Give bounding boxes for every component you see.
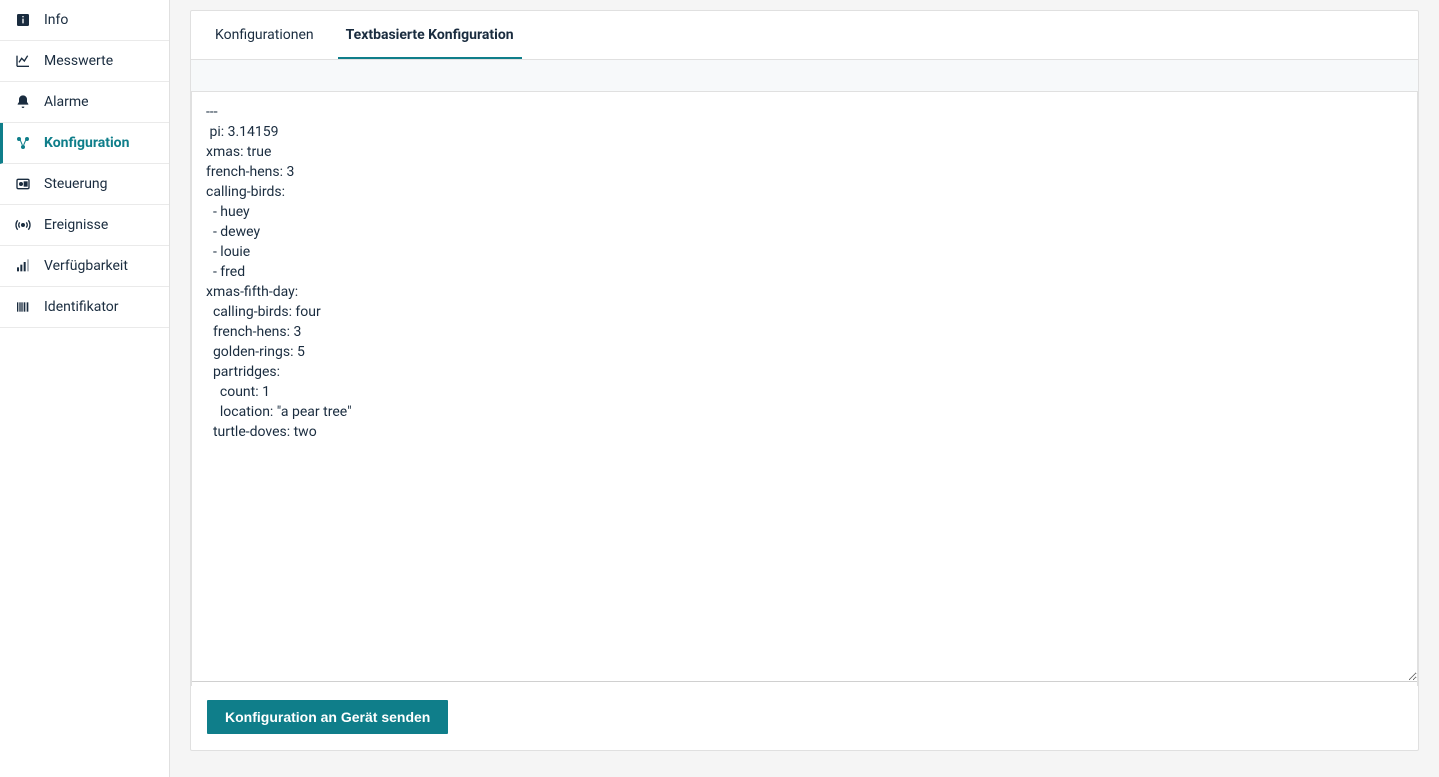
sidebar-item-identifikator[interactable]: Identifikator [0,287,169,328]
main-content: Konfigurationen Textbasierte Konfigurati… [170,0,1439,777]
tab-konfigurationen[interactable]: Konfigurationen [207,11,322,59]
tabs: Konfigurationen Textbasierte Konfigurati… [191,11,1418,60]
bell-icon [14,93,32,111]
send-config-button[interactable]: Konfiguration an Gerät senden [207,700,448,734]
sidebar-item-label: Alarme [44,94,89,110]
config-card: Konfigurationen Textbasierte Konfigurati… [190,10,1419,751]
sidebar-item-label: Info [44,12,68,28]
settings-nodes-icon [14,134,32,152]
sidebar-item-messwerte[interactable]: Messwerte [0,41,169,82]
sidebar: Info Messwerte Alarme Konfiguration Steu [0,0,170,777]
barcode-icon [14,298,32,316]
sidebar-item-alarme[interactable]: Alarme [0,82,169,123]
sidebar-item-label: Identifikator [44,299,118,315]
sidebar-item-label: Verfügbarkeit [44,258,128,274]
chart-line-icon [14,52,32,70]
tab-textbasierte-konfiguration[interactable]: Textbasierte Konfiguration [338,11,522,59]
sidebar-item-label: Ereignisse [44,217,108,233]
config-text-editor[interactable] [192,92,1417,682]
sidebar-item-verfuegbarkeit[interactable]: Verfügbarkeit [0,246,169,287]
card-subheader [191,60,1418,92]
sidebar-item-info[interactable]: Info [0,0,169,41]
bars-signal-icon [14,257,32,275]
sidebar-item-steuerung[interactable]: Steuerung [0,164,169,205]
sidebar-item-label: Messwerte [44,53,113,69]
sidebar-item-ereignisse[interactable]: Ereignisse [0,205,169,246]
sidebar-item-label: Konfiguration [44,135,129,151]
sidebar-item-konfiguration[interactable]: Konfiguration [0,123,169,164]
info-box-icon [14,11,32,29]
broadcast-icon [14,216,32,234]
card-actions: Konfiguration an Gerät senden [191,686,1418,750]
sidebar-item-label: Steuerung [44,176,108,192]
control-panel-icon [14,175,32,193]
